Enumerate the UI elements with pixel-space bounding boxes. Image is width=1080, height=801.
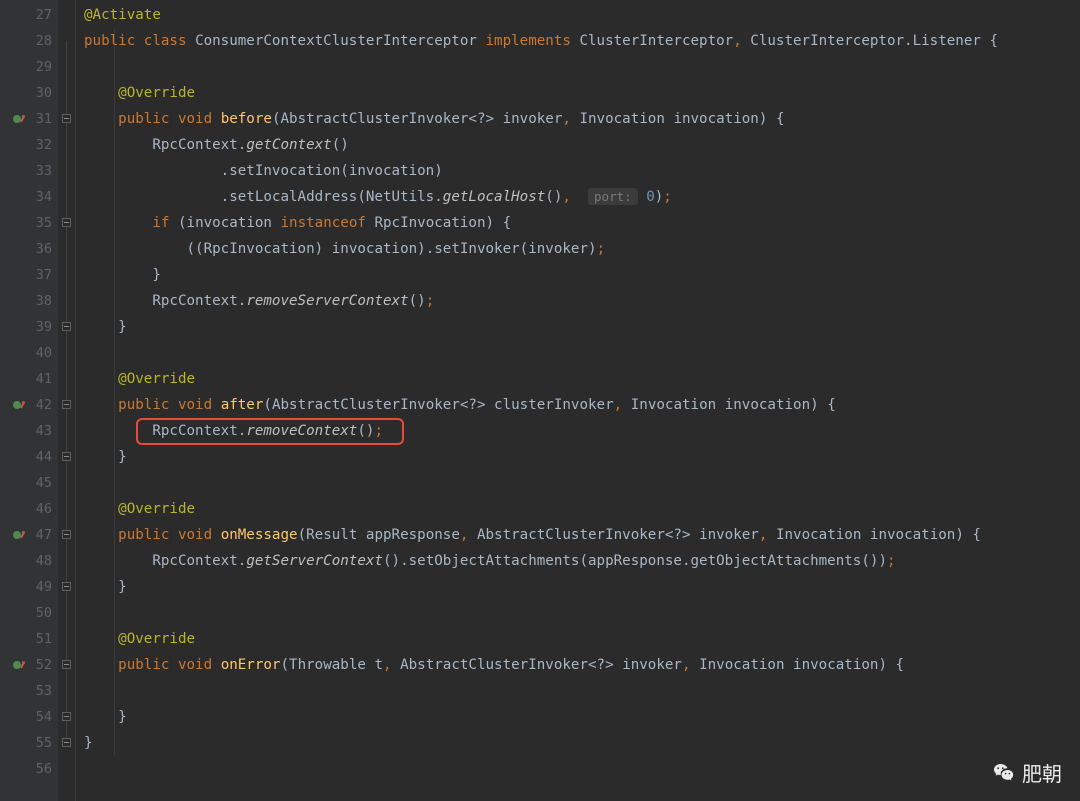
code-line[interactable]: if (invocation instanceof RpcInvocation)… (84, 210, 1080, 236)
watermark: 肥朝 (992, 758, 1062, 787)
code-line[interactable]: @Override (84, 496, 1080, 522)
code-line[interactable]: RpcContext.removeServerContext(); (84, 288, 1080, 314)
line-number: 43 (30, 418, 52, 444)
override-gutter-icon[interactable] (12, 112, 26, 126)
fold-handle-icon[interactable] (62, 660, 71, 669)
override-gutter-icon[interactable] (12, 658, 26, 672)
line-number: 37 (30, 262, 52, 288)
code-line[interactable]: public class ConsumerContextClusterInter… (84, 28, 1080, 54)
code-line[interactable]: } (84, 730, 1080, 756)
line-number: 49 (30, 574, 52, 600)
code-line[interactable] (84, 756, 1080, 782)
code-content[interactable]: @Activate public class ConsumerContextCl… (76, 0, 1080, 801)
code-line[interactable] (84, 470, 1080, 496)
fold-handle-icon[interactable] (62, 218, 71, 227)
line-number: 38 (30, 288, 52, 314)
code-line[interactable]: @Override (84, 366, 1080, 392)
line-number: 32 (30, 132, 52, 158)
override-gutter-icon[interactable] (12, 528, 26, 542)
code-line[interactable]: .setLocalAddress(NetUtils.getLocalHost()… (84, 184, 1080, 210)
line-number: 56 (30, 756, 52, 782)
code-line[interactable]: public void after(AbstractClusterInvoker… (84, 392, 1080, 418)
code-line[interactable] (84, 54, 1080, 80)
override-gutter-icon[interactable] (12, 398, 26, 412)
line-number: 27 (30, 2, 52, 28)
code-line[interactable]: RpcContext.getServerContext().setObjectA… (84, 548, 1080, 574)
line-number: 33 (30, 158, 52, 184)
line-number: 46 (30, 496, 52, 522)
code-line[interactable] (84, 678, 1080, 704)
code-line[interactable]: } (84, 314, 1080, 340)
fold-handle-icon[interactable] (62, 530, 71, 539)
line-number: 41 (30, 366, 52, 392)
code-line[interactable]: public void onError(Throwable t, Abstrac… (84, 652, 1080, 678)
fold-handle-icon[interactable] (62, 738, 71, 747)
code-line[interactable]: } (84, 444, 1080, 470)
line-number: 31 (30, 106, 52, 132)
code-editor[interactable]: 27 28 29 30 31 32 33 34 35 36 37 38 39 4… (0, 0, 1080, 801)
line-number: 45 (30, 470, 52, 496)
fold-handle-icon[interactable] (62, 400, 71, 409)
line-number: 39 (30, 314, 52, 340)
line-number: 48 (30, 548, 52, 574)
line-number: 35 (30, 210, 52, 236)
line-number: 30 (30, 80, 52, 106)
line-number: 53 (30, 678, 52, 704)
fold-handle-icon[interactable] (62, 322, 71, 331)
line-number: 34 (30, 184, 52, 210)
code-line[interactable]: @Activate (84, 2, 1080, 28)
line-number: 47 (30, 522, 52, 548)
line-number: 50 (30, 600, 52, 626)
line-number: 42 (30, 392, 52, 418)
wechat-icon (992, 761, 1016, 785)
code-line[interactable]: } (84, 704, 1080, 730)
code-line[interactable]: @Override (84, 626, 1080, 652)
code-line[interactable] (84, 600, 1080, 626)
line-number: 44 (30, 444, 52, 470)
param-hint: port: (588, 188, 638, 205)
fold-handle-icon[interactable] (62, 712, 71, 721)
line-number: 29 (30, 54, 52, 80)
fold-handle-icon[interactable] (62, 452, 71, 461)
fold-handle-icon[interactable] (62, 114, 71, 123)
code-line[interactable]: .setInvocation(invocation) (84, 158, 1080, 184)
fold-handle-icon[interactable] (62, 582, 71, 591)
code-line[interactable]: ((RpcInvocation) invocation).setInvoker(… (84, 236, 1080, 262)
line-number: 51 (30, 626, 52, 652)
line-number: 28 (30, 28, 52, 54)
line-number: 52 (30, 652, 52, 678)
fold-column (58, 0, 76, 801)
code-line[interactable]: RpcContext.getContext() (84, 132, 1080, 158)
code-line[interactable]: @Override (84, 80, 1080, 106)
code-line[interactable]: } (84, 574, 1080, 600)
line-number-gutter: 27 28 29 30 31 32 33 34 35 36 37 38 39 4… (0, 0, 58, 801)
line-number: 55 (30, 730, 52, 756)
code-line[interactable]: } (84, 262, 1080, 288)
code-line[interactable]: public void before(AbstractClusterInvoke… (84, 106, 1080, 132)
code-line[interactable]: public void onMessage(Result appResponse… (84, 522, 1080, 548)
watermark-text: 肥朝 (1022, 758, 1062, 787)
code-line[interactable] (84, 340, 1080, 366)
line-number: 40 (30, 340, 52, 366)
code-line[interactable]: RpcContext.removeContext(); (84, 418, 1080, 444)
line-number: 36 (30, 236, 52, 262)
line-number: 54 (30, 704, 52, 730)
